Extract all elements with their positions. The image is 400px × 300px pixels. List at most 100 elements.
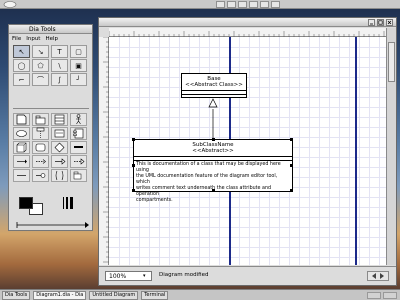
- selection-handle[interactable]: [290, 138, 293, 141]
- scrollbar-thumb[interactable]: [388, 42, 395, 82]
- modify-tool-icon: ↖: [18, 47, 25, 56]
- launcher-icon-4[interactable]: [249, 1, 258, 8]
- line-width-selector: [63, 195, 88, 209]
- selection-handle[interactable]: [132, 138, 135, 141]
- line-tool-button[interactable]: \: [51, 59, 68, 72]
- minimize-button[interactable]: [368, 19, 375, 26]
- line-width-thick[interactable]: [70, 197, 73, 209]
- launcher-icon-3[interactable]: [238, 1, 247, 8]
- taskbar-item-dia-tools[interactable]: Dia Tools: [2, 290, 31, 300]
- tray-item[interactable]: [383, 291, 397, 299]
- zigzag-tool-button[interactable]: ⌐: [13, 73, 30, 86]
- bezier-tool-button[interactable]: ∫: [51, 73, 68, 86]
- uml-class-base[interactable]: Base <<Abstract Class>>: [181, 73, 247, 98]
- diagram-titlebar[interactable]: [99, 18, 396, 27]
- uml-dependency-icon: [36, 159, 46, 164]
- polygon-tool-icon: ⬠: [37, 61, 44, 70]
- toolbox-menubar: File Input Help: [9, 35, 92, 43]
- text-tool-button[interactable]: T: [51, 45, 68, 58]
- uml-branch-button[interactable]: [51, 141, 68, 154]
- uml-dependency-button[interactable]: [32, 155, 49, 168]
- selection-handle[interactable]: [132, 164, 135, 167]
- ruler-ticks-icon: [103, 37, 109, 263]
- uml-node-button[interactable]: [13, 141, 30, 154]
- uml-actor-button[interactable]: [70, 113, 87, 126]
- magnify-tool-button[interactable]: ↘: [32, 45, 49, 58]
- uml-generalization-button[interactable]: [51, 155, 68, 168]
- class-divider: [134, 160, 292, 161]
- uml-constraint-icon: [55, 170, 64, 181]
- uml-object-icon: [54, 129, 65, 138]
- uml-lifeline-button[interactable]: [32, 127, 49, 140]
- close-button[interactable]: [386, 19, 393, 26]
- uml-note-icon: [16, 114, 27, 125]
- diagram-canvas[interactable]: Base <<Abstract Class>> SubClassName <<A…: [109, 37, 386, 265]
- uml-package-icon: [35, 115, 46, 125]
- line-width-medium[interactable]: [66, 197, 68, 209]
- uml-constraint-button[interactable]: [51, 169, 68, 182]
- uml-smallpackage-button[interactable]: [70, 169, 87, 182]
- image-tool-button[interactable]: ▣: [70, 59, 87, 72]
- uml-usecase-button[interactable]: [13, 127, 30, 140]
- launcher-icon-2[interactable]: [227, 1, 236, 8]
- text-tool-icon: T: [57, 47, 62, 56]
- uml-package-button[interactable]: [32, 113, 49, 126]
- uml-message-icon: [17, 159, 27, 164]
- box-tool-button[interactable]: ▢: [70, 45, 87, 58]
- status-bar: 100% ▾ Diagram modified: [99, 266, 396, 285]
- launcher-icon-5[interactable]: [260, 1, 269, 8]
- selection-handle[interactable]: [290, 189, 293, 192]
- navigation-button[interactable]: [367, 271, 389, 281]
- maximize-button[interactable]: [377, 19, 384, 26]
- uml-component-icon: [73, 128, 84, 139]
- taskbar-item-diagram[interactable]: Diagram1.dia - Dia: [33, 290, 87, 300]
- doc-line: the UML documentation feature of the dia…: [136, 174, 278, 185]
- menu-file[interactable]: File: [12, 35, 21, 43]
- uml-actor-icon: [76, 114, 81, 125]
- taskbar-item-untitled[interactable]: Untitled Diagram: [89, 290, 139, 300]
- zigzag-tool-icon: ⌐: [18, 75, 25, 84]
- zoom-select[interactable]: 100% ▾: [105, 271, 152, 281]
- uml-realizes-button[interactable]: [70, 155, 87, 168]
- launcher-icon-1[interactable]: [216, 1, 225, 8]
- launcher-icon-6[interactable]: [271, 1, 280, 8]
- taskbar-item-terminal[interactable]: Terminal: [141, 290, 169, 300]
- menu-help[interactable]: Help: [45, 35, 58, 43]
- uml-fork-button[interactable]: [70, 141, 87, 154]
- uml-object-button[interactable]: [51, 127, 68, 140]
- selection-handle[interactable]: [290, 164, 293, 167]
- modify-tool-button[interactable]: ↖: [13, 45, 30, 58]
- dia-toolbox-window: Dia Tools File Input Help ↖ ↘ T ▢ ◯ ⬠ \ ▣ ⌐ ⌒ ∫ ╯: [8, 24, 93, 231]
- uml-association-button[interactable]: [13, 169, 30, 182]
- uml-note-button[interactable]: [13, 113, 30, 126]
- foreground-color-swatch[interactable]: [19, 197, 33, 209]
- uml-class-selected[interactable]: SubClassName <<Abstract>> This is docume…: [132, 138, 293, 203]
- uml-association-icon: [17, 175, 26, 176]
- vertical-scrollbar[interactable]: [386, 28, 396, 265]
- system-tray: [367, 291, 400, 299]
- tray-item[interactable]: [367, 291, 381, 299]
- zoom-value: 100%: [109, 272, 127, 280]
- line-width-thin[interactable]: [63, 197, 64, 209]
- doc-line: compartments.: [136, 198, 173, 203]
- uml-state-button[interactable]: [32, 141, 49, 154]
- foot-icon: [3, 1, 17, 8]
- ellipse-tool-button[interactable]: ◯: [13, 59, 30, 72]
- polygon-tool-button[interactable]: ⬠: [32, 59, 49, 72]
- arc-tool-icon: ⌒: [37, 75, 44, 84]
- uml-implements-button[interactable]: [32, 169, 49, 182]
- toolbox-titlebar[interactable]: Dia Tools: [9, 25, 92, 34]
- selection-handle[interactable]: [212, 189, 215, 192]
- selection-handle[interactable]: [132, 189, 135, 192]
- menu-input[interactable]: Input: [26, 35, 40, 43]
- uml-class-button[interactable]: [51, 113, 68, 126]
- uml-message-button[interactable]: [13, 155, 30, 168]
- uml-implements-icon: [36, 173, 46, 178]
- polyline-tool-button[interactable]: ╯: [70, 73, 87, 86]
- uml-component-button[interactable]: [70, 127, 87, 140]
- arc-tool-button[interactable]: ⌒: [32, 73, 49, 86]
- selection-handle[interactable]: [212, 138, 215, 141]
- uml-node-icon: [16, 142, 27, 153]
- arrow-style-selector[interactable]: [15, 221, 90, 229]
- applications-menu-button[interactable]: [2, 1, 20, 8]
